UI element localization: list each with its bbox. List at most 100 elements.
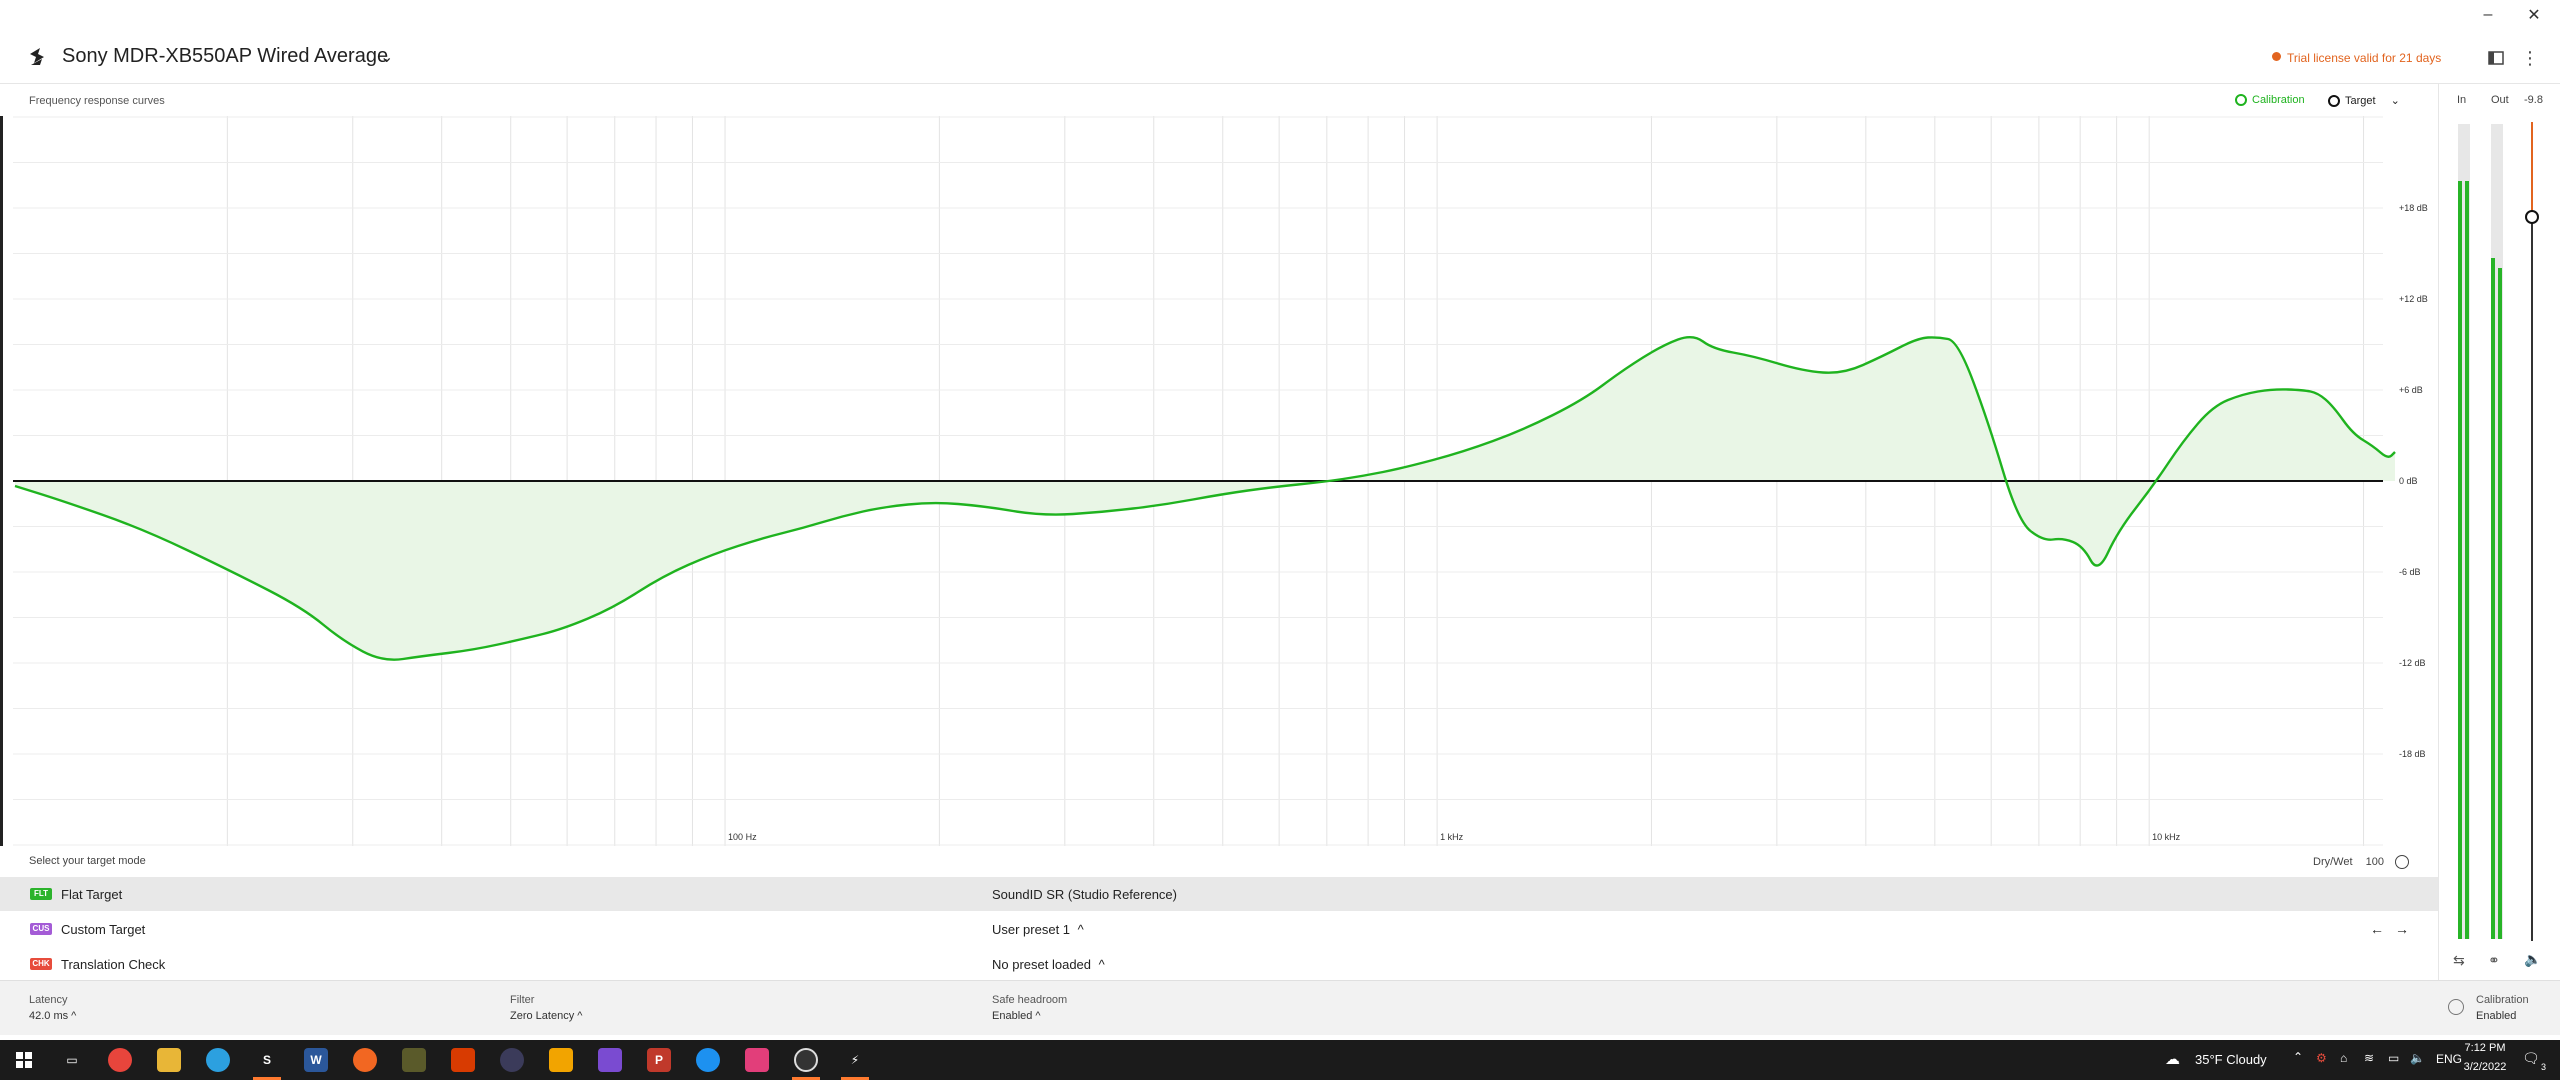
- tray-overflow-icon[interactable]: ⌃: [2293, 1050, 2303, 1064]
- x-axis-labels: 100 Hz 1 kHz 10 kHz: [728, 832, 2181, 842]
- close-button[interactable]: ✕: [2516, 4, 2552, 26]
- volume-handle[interactable]: [2525, 210, 2539, 224]
- warning-dot-icon: [2272, 52, 2281, 61]
- volume-tray-icon[interactable]: 🔈: [2410, 1051, 2425, 1065]
- graph-canvas: +18 dB +12 dB +6 dB 0 dB -6 dB -12 dB -18 dB 1…: [13, 116, 2428, 846]
- filter-selector[interactable]: Zero Latency ^: [510, 1010, 582, 1022]
- y-tick-label: -18 dB: [2399, 749, 2426, 759]
- meter-value: -9.8: [2524, 94, 2543, 106]
- media-app-icon[interactable]: [794, 1048, 818, 1072]
- preset-name: User preset 1: [992, 921, 1071, 937]
- drywet-control[interactable]: Dry/Wet 100: [2313, 855, 2410, 869]
- trial-license-link[interactable]: Trial license valid for 21 days: [2287, 51, 2441, 65]
- check-badge: CHK: [30, 958, 52, 970]
- powerpoint-icon[interactable]: P: [647, 1048, 671, 1072]
- legend-calibration[interactable]: Calibration: [2235, 94, 2305, 106]
- header: Sony MDR-XB550AP Wired Average ⌄ Trial l…: [0, 34, 2560, 84]
- network-icon[interactable]: ⌂: [2340, 1051, 2347, 1065]
- drywet-knob-icon[interactable]: [2395, 855, 2410, 869]
- docker-icon[interactable]: [696, 1048, 720, 1072]
- frequency-response-graph[interactable]: +18 dB +12 dB +6 dB 0 dB -6 dB -12 dB -18 dB 1…: [0, 116, 2440, 846]
- flat-badge: FLT: [30, 888, 52, 900]
- chevron-up-icon[interactable]: ^: [1078, 922, 1084, 937]
- git-icon[interactable]: [402, 1048, 426, 1072]
- level-meters: In Out -9.8 ⇆ ⚭ 🔈: [2438, 84, 2560, 1035]
- arrow-left-icon[interactable]: ←: [2370, 921, 2384, 937]
- speaker-icon[interactable]: 🔈: [2524, 951, 2541, 968]
- telegram-icon[interactable]: [206, 1048, 230, 1072]
- target-row-label: Custom Target: [61, 921, 146, 937]
- 3d-app-icon[interactable]: [745, 1048, 769, 1072]
- legend-calibration-label: Calibration: [2252, 94, 2305, 106]
- x-tick-label: 100 Hz: [728, 832, 757, 842]
- x-tick-label: 10 kHz: [2152, 832, 2181, 842]
- calibration-ring-icon: [2235, 94, 2247, 106]
- virtualbox-icon[interactable]: [549, 1048, 573, 1072]
- target-row-preset[interactable]: No preset loaded ^: [992, 957, 1105, 972]
- volume-fill: [2531, 122, 2533, 217]
- windows-start-icon[interactable]: [12, 1048, 36, 1072]
- custom-badge: CUS: [30, 923, 52, 935]
- graph-title: Frequency response curves: [29, 95, 165, 107]
- battery-icon[interactable]: ▭: [2388, 1051, 2399, 1065]
- drywet-value[interactable]: 100: [2366, 856, 2384, 868]
- target-mode-title: Select your target mode: [29, 855, 146, 867]
- chevron-down-icon[interactable]: ⌄: [2391, 94, 2400, 107]
- headroom-selector[interactable]: Enabled ^: [992, 1010, 1041, 1022]
- sublime-icon[interactable]: S: [255, 1048, 279, 1072]
- visual-studio-icon[interactable]: [598, 1048, 622, 1072]
- meter-out-right-level: [2498, 268, 2502, 939]
- office-icon[interactable]: [451, 1048, 475, 1072]
- meter-in-left-level: [2458, 181, 2462, 939]
- footer-bar: Latency 42.0 ms ^ Filter Zero Latency ^ …: [0, 980, 2560, 1035]
- postman-icon[interactable]: [353, 1048, 377, 1072]
- device-selector[interactable]: Sony MDR-XB550AP Wired Average: [62, 45, 388, 68]
- word-icon[interactable]: W: [304, 1048, 328, 1072]
- y-tick-label: +6 dB: [2399, 385, 2423, 395]
- arrow-right-icon[interactable]: →: [2395, 921, 2409, 937]
- soundid-taskbar-icon[interactable]: ⚡: [843, 1048, 867, 1072]
- target-row-check[interactable]: CHK Translation Check No preset loaded ^: [0, 947, 2438, 981]
- latency-selector[interactable]: 42.0 ms ^: [29, 1010, 76, 1022]
- meter-in-label: In: [2457, 94, 2467, 106]
- latency-label: Latency: [29, 994, 68, 1006]
- legend-target-label: Target: [2345, 94, 2376, 107]
- preset-name: No preset loaded: [992, 956, 1092, 972]
- mono-icon[interactable]: ⚭: [2488, 952, 2500, 969]
- weather-widget[interactable]: 35°F Cloudy: [2195, 1052, 2267, 1067]
- volume-track[interactable]: [2531, 122, 2533, 941]
- tray-app-icon[interactable]: ⚙: [2316, 1051, 2327, 1065]
- y-axis-labels: +18 dB +12 dB +6 dB 0 dB -6 dB -12 dB -18 dB: [2399, 203, 2428, 759]
- power-icon[interactable]: [2448, 999, 2464, 1015]
- panel-toggle-icon[interactable]: [2484, 46, 2508, 70]
- clock-time[interactable]: 7:12 PM: [2455, 1042, 2515, 1054]
- filter-label: Filter: [510, 994, 535, 1006]
- notifications-icon[interactable]: 🗨: [2522, 1050, 2540, 1067]
- chevron-up-icon[interactable]: ^: [1099, 957, 1105, 972]
- more-menu-icon[interactable]: ⋮: [2518, 46, 2542, 70]
- target-ring-icon: [2328, 94, 2340, 107]
- task-view-icon[interactable]: ▭: [60, 1048, 84, 1072]
- chrome-icon[interactable]: [108, 1048, 132, 1072]
- legend-target[interactable]: Target ⌄: [2328, 94, 2400, 107]
- meter-out-left-level: [2491, 258, 2495, 939]
- cloud-icon: ☁: [2165, 1051, 2180, 1068]
- file-explorer-icon[interactable]: [157, 1048, 181, 1072]
- y-tick-label: -12 dB: [2399, 658, 2426, 668]
- chevron-down-icon[interactable]: ⌄: [380, 47, 393, 67]
- target-row-flat[interactable]: FLT Flat Target SoundID SR (Studio Refer…: [0, 877, 2438, 911]
- target-row-preset[interactable]: SoundID SR (Studio Reference): [992, 887, 1177, 902]
- drywet-label: Dry/Wet: [2313, 855, 2353, 868]
- y-tick-label: 0 dB: [2399, 476, 2418, 486]
- clock-date[interactable]: 3/2/2022: [2455, 1061, 2515, 1073]
- target-row-custom[interactable]: CUS Custom Target User preset 1 ^ ← →: [0, 912, 2438, 946]
- wifi-icon[interactable]: ≋: [2364, 1051, 2374, 1065]
- taskbar: ▭ S W P ⚡ ☁ 35°F Cloudy ⌃ ⚙ ⌂ ≋ ▭ 🔈 ENG …: [0, 1040, 2560, 1080]
- headroom-label: Safe headroom: [992, 994, 1068, 1006]
- target-row-preset[interactable]: User preset 1 ^: [992, 922, 1084, 937]
- minimize-button[interactable]: –: [2470, 4, 2506, 26]
- calibration-label: Calibration: [2476, 994, 2529, 1006]
- vpn-icon[interactable]: [500, 1048, 524, 1072]
- y-tick-label: +12 dB: [2399, 294, 2428, 304]
- swap-channels-icon[interactable]: ⇆: [2453, 952, 2465, 969]
